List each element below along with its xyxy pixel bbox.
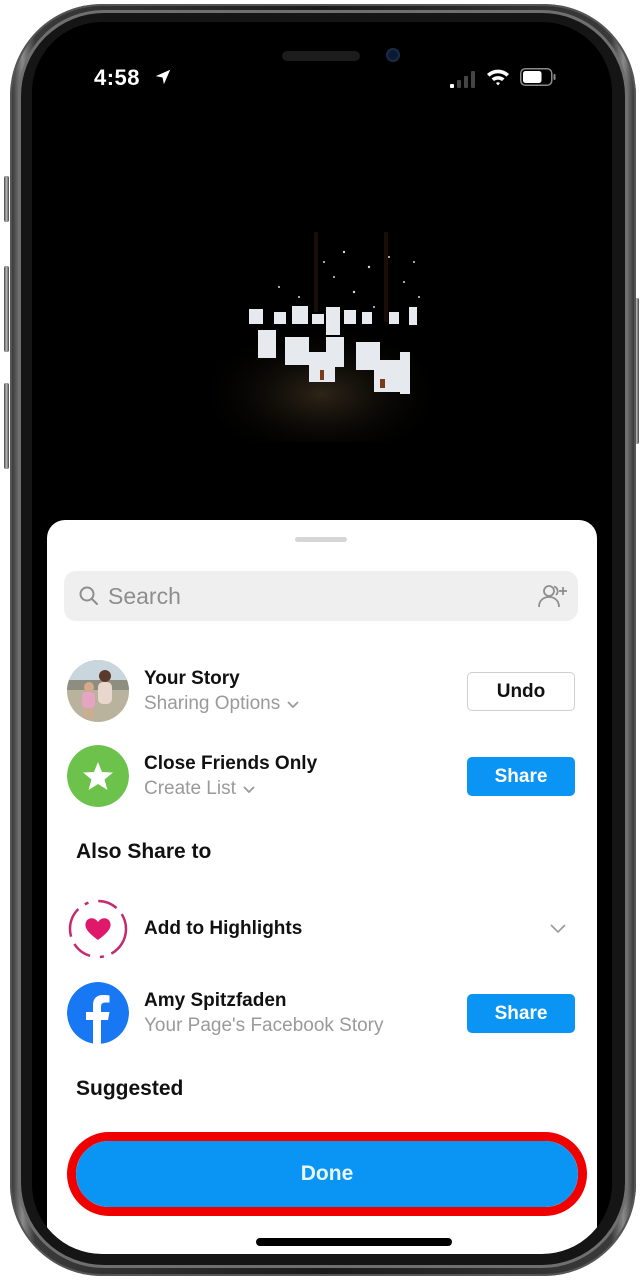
undo-button[interactable]: Undo (467, 672, 575, 711)
phone-screen: 4:58 Search Your Story Sharing Options U… (32, 22, 612, 1254)
create-list-dropdown[interactable]: Create List (144, 778, 256, 800)
row-subtitle: Sharing Options (144, 693, 281, 714)
row-title: Add to Highlights (144, 918, 303, 939)
search-bar[interactable] (64, 571, 578, 621)
location-arrow-icon (155, 69, 171, 85)
signal-bar (464, 76, 468, 88)
facebook-icon (67, 982, 129, 1044)
row-title: Your Story (144, 668, 240, 689)
search-input[interactable] (108, 571, 508, 621)
add-to-highlights-row[interactable]: Add to Highlights (67, 898, 577, 962)
row-title: Amy Spitzfaden (144, 990, 287, 1011)
home-indicator[interactable] (256, 1238, 452, 1246)
chevron-down-icon[interactable] (549, 922, 567, 934)
done-button[interactable]: Done (76, 1141, 578, 1207)
battery-icon (520, 68, 556, 86)
facebook-story-row[interactable]: Amy Spitzfaden Your Page's Facebook Stor… (67, 982, 577, 1046)
front-camera (386, 48, 400, 62)
signal-bar (450, 84, 454, 88)
facebook-share-button[interactable]: Share (467, 994, 575, 1033)
row-subtitle: Your Page's Facebook Story (144, 1015, 384, 1036)
signal-bar (471, 71, 475, 88)
search-icon (79, 586, 98, 605)
highlight-heart-icon (68, 899, 128, 959)
chevron-down-icon (243, 786, 255, 794)
done-button-annotation-highlight: Done (67, 1132, 587, 1216)
mute-switch (4, 176, 9, 222)
your-story-row[interactable]: Your Story Sharing Options Undo (67, 660, 577, 724)
cellular-signal-icon (450, 70, 476, 88)
share-sheet: Your Story Sharing Options Undo Close Fr… (47, 520, 597, 1254)
volume-up-button (4, 266, 9, 352)
volume-down-button (4, 383, 9, 469)
add-people-icon[interactable] (534, 581, 570, 611)
close-friends-star-icon (67, 745, 129, 807)
earpiece-speaker (282, 51, 360, 61)
close-friends-row[interactable]: Close Friends Only Create List Share (67, 745, 577, 809)
suggested-heading: Suggested (76, 1077, 184, 1100)
row-subtitle: Create List (144, 778, 236, 799)
sheet-grabber[interactable] (295, 537, 347, 542)
story-media-preview (214, 212, 430, 462)
status-bar: 4:58 (32, 22, 612, 112)
row-title: Close Friends Only (144, 753, 318, 774)
status-time: 4:58 (94, 65, 141, 90)
sharing-options-dropdown[interactable]: Sharing Options (144, 693, 300, 715)
also-share-to-heading: Also Share to (76, 840, 212, 863)
wifi-icon (487, 69, 509, 86)
signal-bar (457, 80, 461, 88)
close-friends-share-button[interactable]: Share (467, 757, 575, 796)
user-avatar (67, 660, 129, 722)
chevron-down-icon (287, 701, 299, 709)
